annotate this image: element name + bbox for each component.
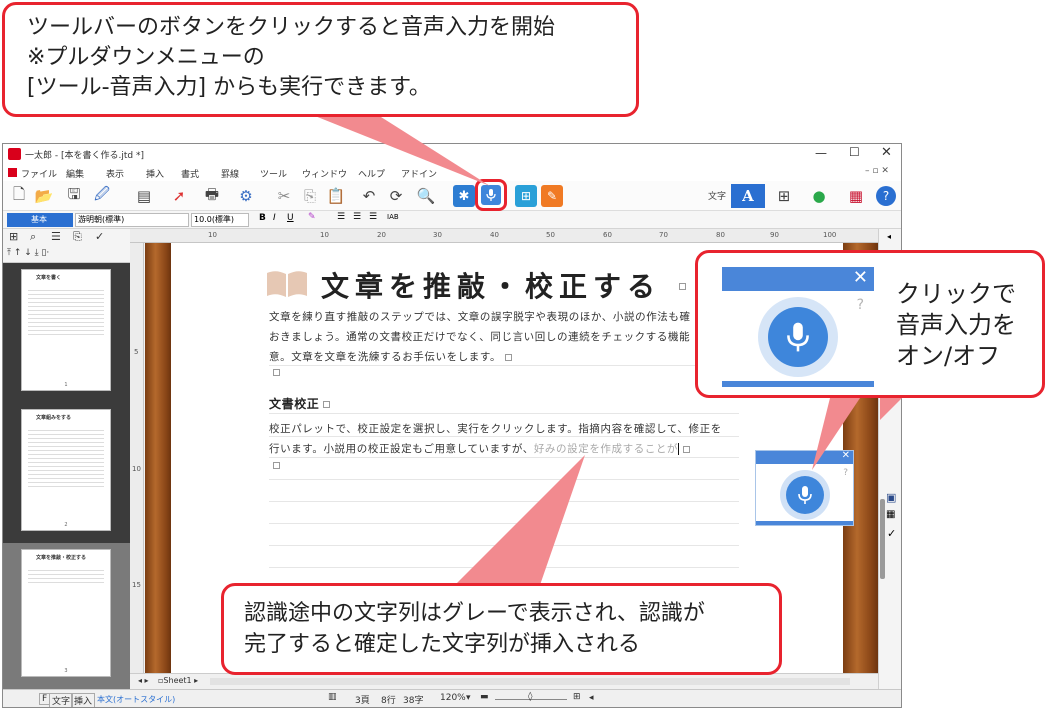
callout-line: クリックで (896, 280, 1016, 308)
microphone-toggle-button[interactable] (768, 307, 828, 367)
dialog-footer (722, 381, 874, 387)
dialog-help-icon[interactable]: ? (857, 297, 864, 313)
callout-line: 完了すると確定した文字列が挿入される (244, 632, 641, 657)
callout-line: 認識途中の文字列はグレーで表示され、認識が (244, 601, 705, 626)
microphone-icon (787, 322, 809, 352)
callout-line: オン/オフ (896, 342, 1001, 370)
callout-text-block: クリックで 音声入力を オン/オフ (896, 279, 1016, 372)
callout-recognition-hint: 認識途中の文字列はグレーで表示され、認識が 完了すると確定した文字列が挿入される (221, 583, 782, 675)
callout-line: [ツール-音声入力] からも実行できます。 (27, 75, 431, 100)
callout-line: ※プルダウンメニューの (27, 45, 265, 70)
callout-toolbar-hint: ツールバーのボタンをクリックすると音声入力を開始 ※プルダウンメニューの [ツー… (2, 2, 639, 117)
callout-line: 音声入力を (896, 311, 1016, 339)
dialog-header: ✕ (722, 267, 874, 291)
callout-line: ツールバーのボタンをクリックすると音声入力を開始 (27, 15, 556, 40)
voice-input-dialog-zoomed[interactable]: ✕ ? (722, 267, 874, 387)
dialog-close-icon[interactable]: ✕ (853, 267, 868, 288)
callout-toggle-hint: ✕ ? クリックで 音声入力を オン/オフ (695, 250, 1045, 398)
